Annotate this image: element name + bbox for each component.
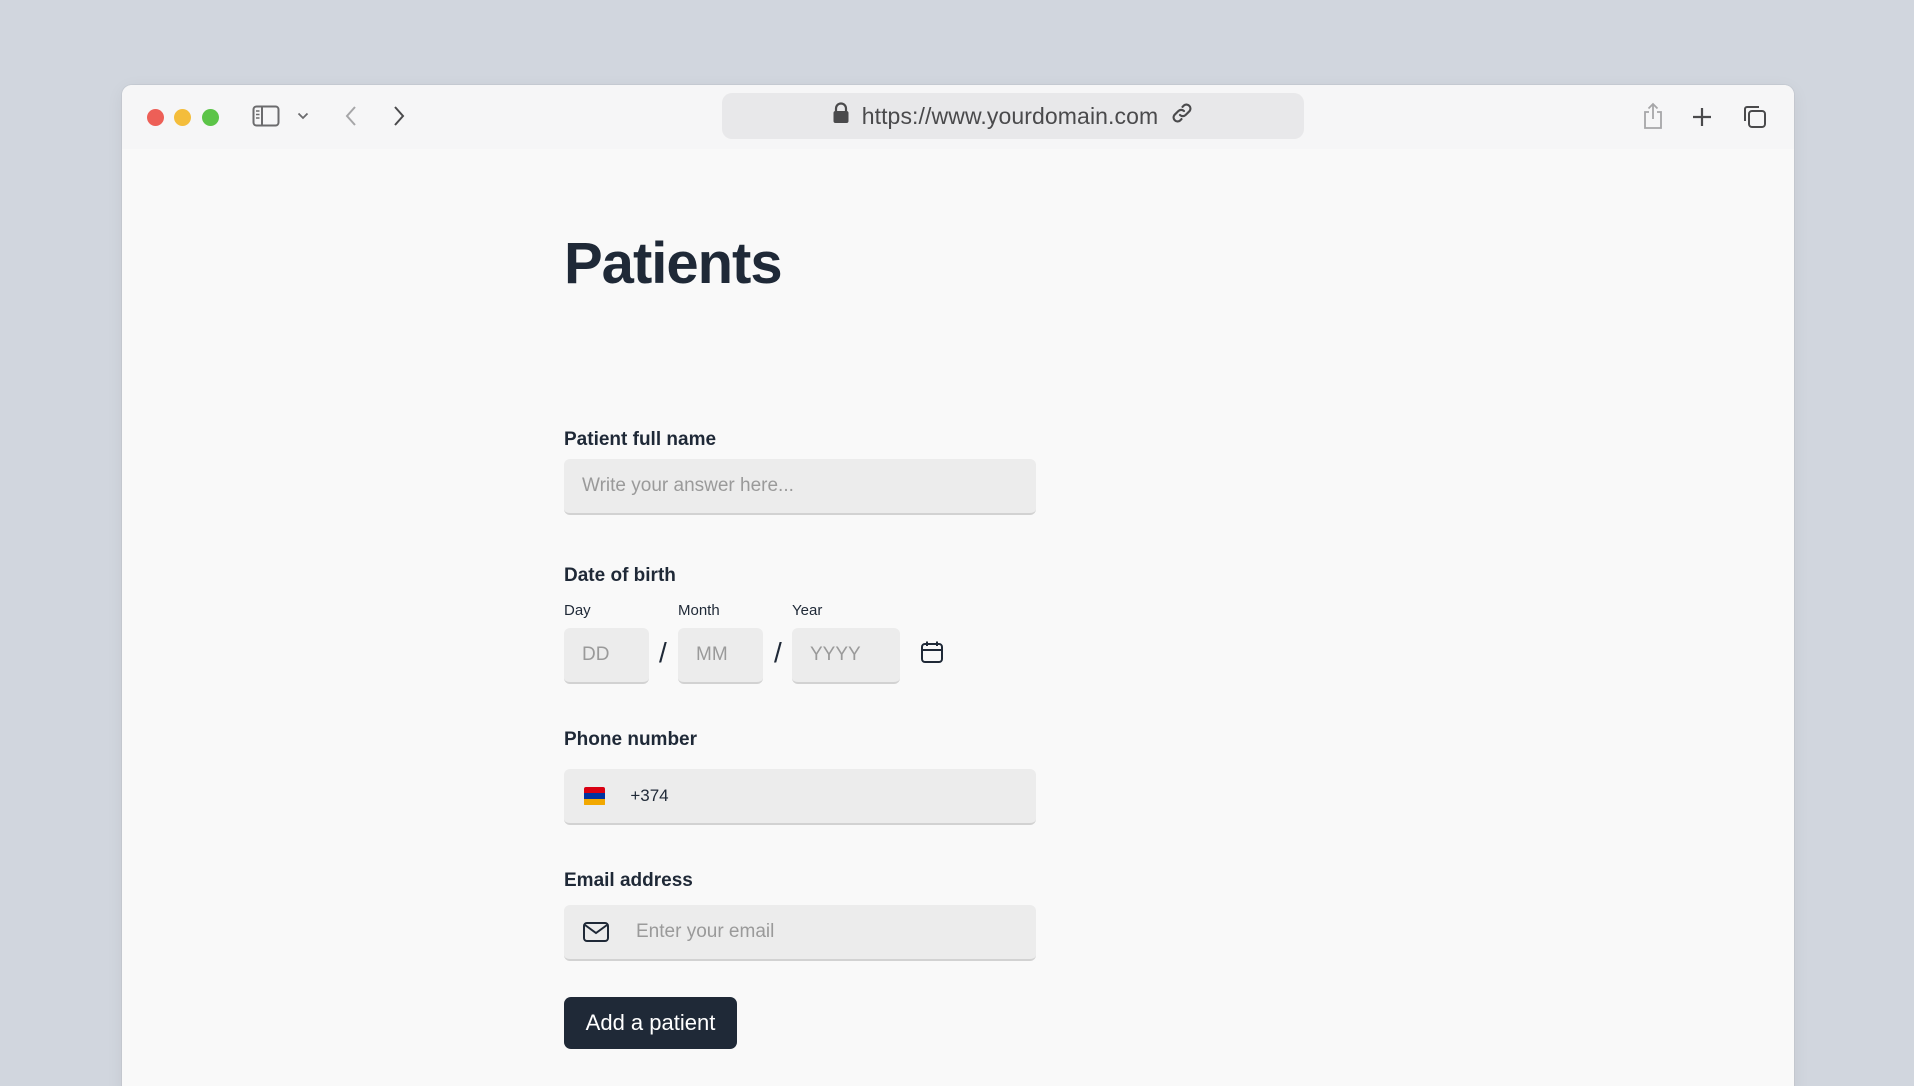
month-label: Month [678,602,720,619]
month-input[interactable] [696,644,745,666]
email-input[interactable] [636,921,1018,943]
chevron-down-icon[interactable] [297,112,309,120]
url-text: https://www.yourdomain.com [861,102,1159,129]
phone-label: Phone number [564,729,698,750]
lock-icon [832,102,850,130]
maximize-window-button[interactable] [202,109,219,126]
back-arrow-icon[interactable] [344,105,358,127]
year-field[interactable] [792,628,900,684]
forward-arrow-icon[interactable] [392,105,406,127]
full-name-input[interactable] [582,475,1018,497]
calendar-icon[interactable] [920,640,944,664]
phone-input[interactable] [674,785,1016,807]
country-code: +374 [630,786,669,805]
new-tab-icon[interactable] [1691,106,1713,128]
mail-icon [582,921,610,943]
email-field[interactable] [564,905,1036,961]
day-label: Day [564,602,591,619]
email-label: Email address [564,870,693,891]
add-patient-button[interactable]: Add a patient [564,997,737,1049]
month-field[interactable] [678,628,763,684]
day-input[interactable] [582,644,631,666]
phone-field[interactable]: +374 [564,769,1036,825]
date-separator: / [659,637,667,668]
date-of-birth-label: Date of birth [564,565,676,586]
full-name-field[interactable] [564,459,1036,515]
sidebar-toggle-icon[interactable] [252,105,280,127]
tab-overview-icon[interactable] [1742,104,1768,130]
page-title: Patients [564,231,783,296]
close-window-button[interactable] [147,109,164,126]
full-name-label: Patient full name [564,429,717,450]
address-bar[interactable]: https://www.yourdomain.com [722,93,1304,139]
year-label: Year [792,602,823,619]
link-icon[interactable] [1170,101,1194,131]
day-field[interactable] [564,628,649,684]
browser-toolbar: https://www.yourdomain.com [122,85,1794,149]
minimize-window-button[interactable] [174,109,191,126]
share-icon[interactable] [1642,102,1664,130]
browser-window: https://www.yourdomain.com Patients Pati… [122,85,1794,1086]
armenia-flag-icon[interactable] [584,786,606,806]
date-separator: / [774,637,782,668]
year-input[interactable] [810,644,882,666]
